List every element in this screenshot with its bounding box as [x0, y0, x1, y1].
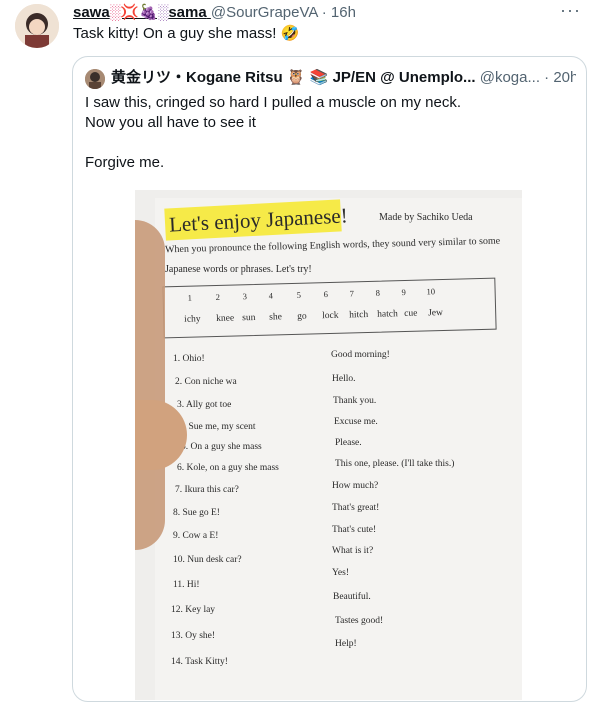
word: Jew: [428, 308, 444, 319]
word-number: 5: [296, 289, 302, 300]
phrase: 9. Cow a E!: [173, 531, 219, 541]
word: lock: [322, 310, 339, 322]
meaning: Tastes good!: [335, 616, 384, 626]
phrase: 5. On a guy she mass: [181, 442, 262, 452]
meaning: Help!: [335, 639, 357, 649]
phrase: 1. Ohio!: [173, 354, 205, 364]
meaning: Hello.: [332, 374, 356, 384]
meaning: Please.: [335, 438, 362, 448]
phrase: 10. Nun desk car?: [173, 555, 242, 565]
meaning: Thank you.: [333, 396, 377, 406]
quoted-photo[interactable]: Let's enjoy Japanese! Made by Sachiko Ue…: [135, 190, 522, 700]
meaning: Yes!: [332, 568, 349, 578]
phrase: 2. Con niche wa: [175, 377, 237, 387]
worksheet-intro-1: When you pronounce the following English…: [164, 235, 501, 256]
word: cue: [404, 308, 418, 320]
meaning: That's great!: [332, 503, 380, 513]
meaning: Excuse me.: [334, 417, 378, 427]
quoted-author-name-tail[interactable]: JP/EN @ Unemplo...: [333, 69, 476, 86]
word: hatch: [377, 309, 398, 320]
phrase: 12. Key lay: [171, 605, 216, 615]
owl-emoji-icon: 🦉: [286, 69, 306, 86]
word-number: 4: [268, 290, 274, 301]
word: ichy: [184, 314, 201, 325]
quoted-text-line3: Forgive me.: [85, 154, 165, 171]
quoted-author-handle[interactable]: @koga...: [480, 69, 540, 86]
meaning: What is it?: [332, 546, 374, 556]
quoted-header: 黄金リツ・Kogane Ritsu 🦉 📚 JP/EN @ Unemplo...…: [111, 67, 576, 89]
meaning: Beautiful.: [333, 592, 371, 602]
word-number: 7: [349, 288, 355, 299]
phrase: 14. Task Kitty!: [171, 657, 228, 667]
quoted-text: I saw this, cringed so hard I pulled a m…: [85, 93, 565, 173]
quoted-text-line2: Now you all have to see it: [85, 114, 256, 131]
tweet: sawa░💢🍇░sama @SourGrapeVA · 16h ··· Task…: [0, 0, 593, 705]
word-box: 1 2 3 4 5 6 7 8 9 10 ichy knee sun she g…: [162, 277, 497, 339]
quoted-author-name[interactable]: 黄金リツ・Kogane Ritsu: [111, 69, 283, 86]
worksheet-author: Made by Sachiko Ueda: [379, 212, 473, 223]
grape-emoji-icon: 🍇░: [139, 4, 169, 21]
word-number: 9: [401, 286, 406, 298]
phrase: 8. Sue go E!: [173, 508, 220, 518]
tweet-header: sawa░💢🍇░sama @SourGrapeVA · 16h: [73, 2, 553, 24]
quoted-text-line1: I saw this, cringed so hard I pulled a m…: [85, 94, 462, 111]
word: she: [269, 312, 283, 323]
books-emoji-icon: 📚: [309, 69, 329, 86]
more-options-icon[interactable]: ···: [560, 0, 581, 21]
author-handle[interactable]: @SourGrapeVA: [211, 4, 318, 21]
phrase: 4. Sue me, my scent: [179, 422, 256, 432]
word-number: 8: [375, 287, 380, 298]
quoted-tweet-time[interactable]: · 20h: [544, 69, 576, 86]
avatar[interactable]: [15, 4, 59, 48]
phrase: 7. Ikura this car?: [175, 485, 239, 495]
meaning: How much?: [332, 481, 379, 491]
meaning: This one, please. (I'll take this.): [335, 459, 455, 469]
phrase: 11. Hi!: [173, 580, 200, 590]
tweet-text: Task kitty! On a guy she mass! 🤣: [73, 25, 300, 42]
word: go: [297, 311, 307, 322]
worksheet-intro-2: Japanese words or phrases. Let's try!: [165, 264, 312, 275]
word-number: 10: [426, 286, 436, 297]
quoted-tweet[interactable]: 黄金リツ・Kogane Ritsu 🦉 📚 JP/EN @ Unemplo...…: [72, 56, 587, 702]
anger-emoji-icon: ░💢: [109, 4, 140, 21]
quoted-avatar[interactable]: [85, 69, 105, 89]
word: sun: [242, 312, 256, 324]
word-number: 2: [215, 291, 221, 302]
meaning: Good morning!: [331, 350, 390, 360]
author-name[interactable]: sawa░💢🍇░sama: [73, 4, 211, 21]
phrase: 6. Kole, on a guy she mass: [177, 463, 279, 473]
tweet-time[interactable]: · 16h: [322, 4, 356, 21]
meaning: That's cute!: [332, 525, 377, 535]
word-number: 3: [242, 291, 248, 302]
worksheet-paper: Let's enjoy Japanese! Made by Sachiko Ue…: [155, 198, 522, 700]
author-name-part1: sawa: [73, 4, 110, 21]
hand-holding-paper: [135, 220, 165, 550]
word: knee: [216, 313, 235, 324]
phrase: 3. Ally got toe: [177, 400, 232, 410]
phrase: 13. Oy she!: [171, 631, 216, 641]
word: hitch: [349, 309, 369, 321]
word-number: 6: [323, 289, 329, 300]
author-name-part2: sama: [168, 4, 207, 21]
word-number: 1: [187, 292, 193, 303]
